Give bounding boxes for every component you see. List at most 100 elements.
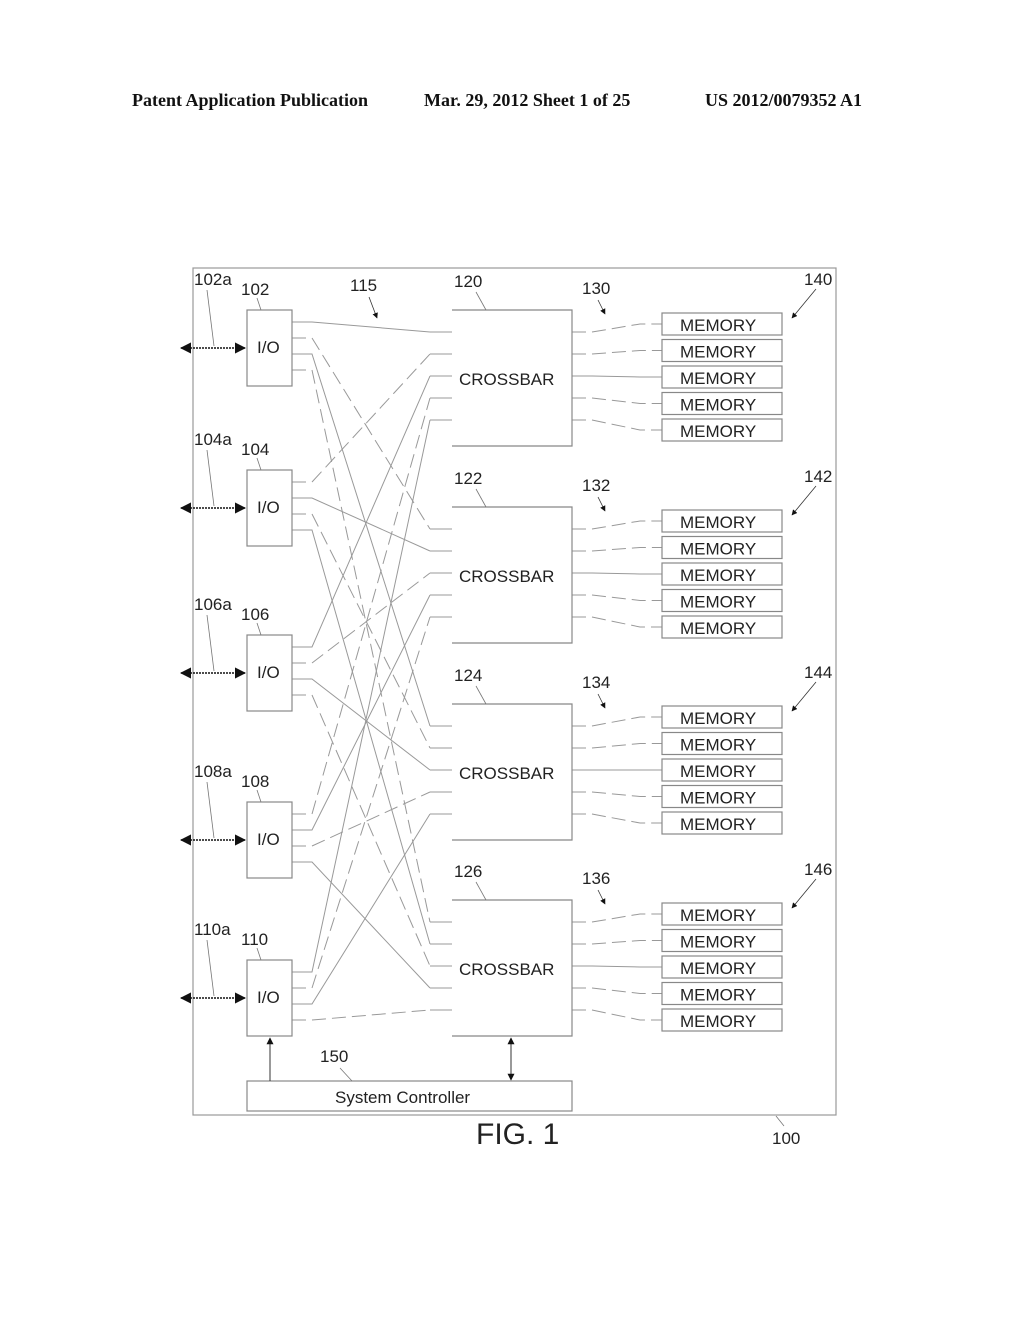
io-label: I/O <box>257 830 280 849</box>
io-module-104: I/O 104 104a <box>179 430 293 547</box>
crossbar-ref-leader <box>475 685 487 705</box>
memory-link-wire <box>572 547 662 552</box>
memory-group-ref-label: 140 <box>804 270 832 289</box>
io-ref-leader <box>256 622 262 636</box>
io-crossbar-wire <box>292 497 431 552</box>
crossbar-label: CROSSBAR <box>459 960 554 979</box>
memory-link-wire <box>572 375 662 378</box>
memory-link-wire <box>572 965 662 968</box>
io-crossbar-wire <box>292 321 431 333</box>
io-label: I/O <box>257 663 280 682</box>
memory-link-wire <box>572 1009 662 1021</box>
crossbar-ref-leader <box>475 291 487 311</box>
io-port-ref-leader <box>206 614 215 672</box>
memory-link-wire <box>572 594 662 601</box>
io-crossbar-wire <box>292 513 431 749</box>
io-label: I/O <box>257 338 280 357</box>
crossbar-ref-leader <box>475 881 487 901</box>
memory-label: MEMORY <box>680 593 756 612</box>
crossbar-label: CROSSBAR <box>459 764 554 783</box>
crossbar-120: CROSSBAR 120 130 140 MEMORY MEMORY MEMORY MEMOR… <box>452 270 832 447</box>
crossbar-label: CROSSBAR <box>459 567 554 586</box>
io-ref-label: 104 <box>241 440 269 459</box>
io-ref-leader <box>256 297 262 311</box>
link-ref-label: 134 <box>582 673 610 692</box>
memory-link-wire <box>572 397 662 404</box>
io-port-ref-leader <box>206 289 215 347</box>
io-module-106: I/O 106 106a <box>179 595 293 712</box>
crossbar-ref-label: 120 <box>454 272 482 291</box>
io-ref-label: 102 <box>241 280 269 299</box>
system-controller-label: System Controller <box>335 1088 470 1107</box>
io-ref-leader <box>256 947 262 961</box>
system-controller: System Controller 150 <box>246 1037 573 1112</box>
memory-group-ref-label: 144 <box>804 663 832 682</box>
memory-group-ref-arrow <box>791 485 817 516</box>
link-ref-arrow <box>597 889 606 905</box>
io-label: I/O <box>257 498 280 517</box>
link-ref-label: 136 <box>582 869 610 888</box>
io-crossbar-wire <box>292 397 431 815</box>
memory-label: MEMORY <box>680 1012 756 1031</box>
crossbar-122: CROSSBAR 122 132 142 MEMORY MEMORY MEMORY MEMOR… <box>452 467 832 644</box>
memory-link-wire <box>572 813 662 824</box>
io-crossbar-wire <box>292 529 431 945</box>
memory-link-wire <box>572 743 662 749</box>
memory-label: MEMORY <box>680 736 756 755</box>
memory-group-ref-label: 146 <box>804 860 832 879</box>
memory-label: MEMORY <box>680 316 756 335</box>
memory-link-wire <box>572 791 662 797</box>
crossbar-ref-label: 126 <box>454 862 482 881</box>
memory-link-wire <box>572 520 662 530</box>
interconnect-ref-label: 115 <box>350 276 377 295</box>
io-module-108: I/O 108 108a <box>179 762 293 879</box>
crossbar-ref-label: 122 <box>454 469 482 488</box>
memory-label: MEMORY <box>680 933 756 952</box>
link-ref-arrow <box>597 299 606 315</box>
io-crossbar-wire <box>292 594 431 831</box>
io-crossbar-wire <box>292 353 431 727</box>
io-ref-label: 108 <box>241 772 269 791</box>
system-controller-ref-label: 150 <box>320 1047 348 1066</box>
io-port-ref-label: 104a <box>194 430 232 449</box>
io-crossbar-wire <box>292 791 431 847</box>
memory-label: MEMORY <box>680 789 756 808</box>
memory-link-wire <box>572 940 662 945</box>
memory-link-wire <box>572 716 662 727</box>
memory-label: MEMORY <box>680 422 756 441</box>
memory-label: MEMORY <box>680 709 756 728</box>
io-ref-leader <box>256 457 262 471</box>
link-ref-arrow <box>597 693 606 709</box>
memory-label: MEMORY <box>680 986 756 1005</box>
io-port-ref-label: 102a <box>194 270 232 289</box>
memory-group-ref-arrow <box>791 681 817 712</box>
io-port-ref-label: 106a <box>194 595 232 614</box>
memory-link-wire <box>572 419 662 431</box>
memory-label: MEMORY <box>680 619 756 638</box>
figure-caption: FIG. 1 <box>476 1118 559 1151</box>
io-label: I/O <box>257 988 280 1007</box>
memory-group-ref-arrow <box>791 878 817 909</box>
memory-label: MEMORY <box>680 540 756 559</box>
crossbar-label: CROSSBAR <box>459 370 554 389</box>
memory-label: MEMORY <box>680 513 756 532</box>
io-crossbar-wire <box>292 337 431 530</box>
memory-label: MEMORY <box>680 906 756 925</box>
io-ref-label: 110 <box>241 930 268 949</box>
memory-label: MEMORY <box>680 343 756 362</box>
memory-label: MEMORY <box>680 815 756 834</box>
memory-label: MEMORY <box>680 566 756 585</box>
crossbar-ref-leader <box>475 488 487 508</box>
memory-link-wire <box>572 323 662 333</box>
memory-label: MEMORY <box>680 762 756 781</box>
memory-link-wire <box>572 913 662 923</box>
system-ref-label: 100 <box>772 1129 800 1148</box>
memory-group-ref-label: 142 <box>804 467 832 486</box>
io-crossbar-wire <box>292 813 431 1005</box>
memory-link-wire <box>572 987 662 994</box>
memory-label: MEMORY <box>680 396 756 415</box>
memory-link-wire <box>572 616 662 628</box>
crossbar-124: CROSSBAR 124 134 144 MEMORY MEMORY MEMORY MEMOR… <box>452 663 832 841</box>
system-ref-leader <box>775 1115 785 1127</box>
io-port-ref-label: 108a <box>194 762 232 781</box>
